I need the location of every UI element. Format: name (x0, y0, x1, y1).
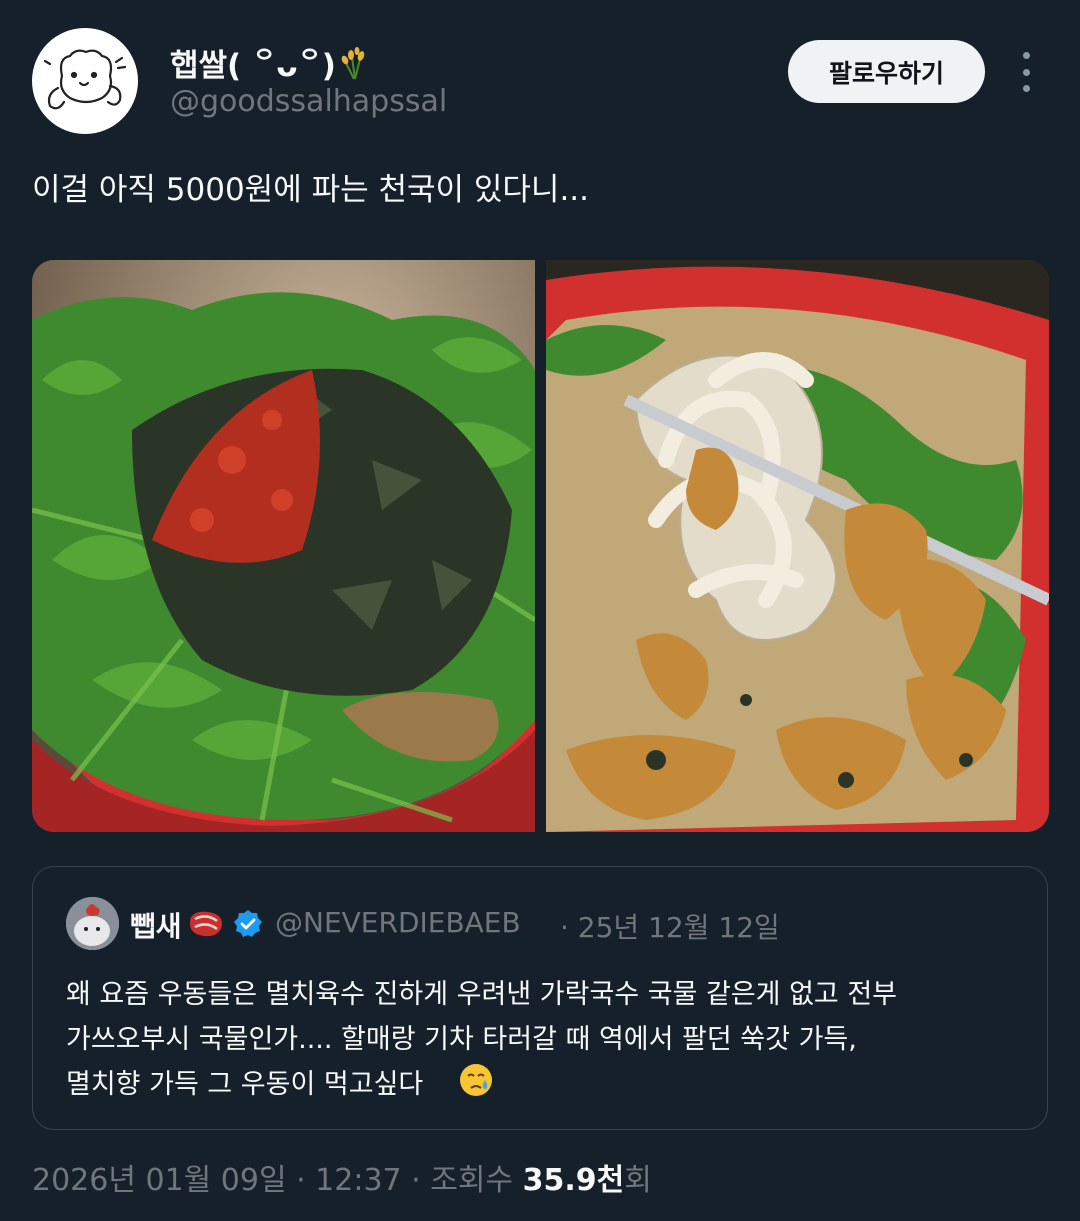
rice-sheaf-icon (340, 47, 370, 80)
more-dot (1022, 85, 1030, 92)
author-display-name[interactable]: 햅쌀( ꒪ᴗ꒪) (170, 40, 370, 85)
quoted-author-handle[interactable]: @NEVERDIEBAEB (275, 906, 521, 939)
tweet-metadata: 2026년 01월 09일 · 12:37 · 조회수 35.9천회 (32, 1155, 652, 1199)
quoted-tweet-text-line: 멸치향 가득 그 우동이 먹고싶다 (66, 1069, 424, 1100)
author-name-text: 햅쌀( ꒪ᴗ꒪) (170, 48, 336, 84)
quoted-tweet-text-line: 가쓰오부시 국물인가.... 할매랑 기차 타러갈 때 역에서 팔던 쑥갓 가득… (66, 1024, 857, 1055)
quoted-tweet-text-line: 왜 요즘 우동들은 멸치육수 진하게 우려낸 가락국수 국물 같은게 없고 전부 (66, 979, 898, 1010)
more-dot (1022, 68, 1030, 76)
tweet-image-1[interactable] (32, 260, 535, 832)
tweet-image-2[interactable] (546, 260, 1049, 832)
more-vertical-icon[interactable] (1012, 52, 1040, 92)
quoted-tweet-date[interactable]: · 25년 12월 12일 (560, 906, 780, 946)
tweet-datetime[interactable]: 2026년 01월 09일 · 12:37 · 조회수 (32, 1163, 523, 1198)
author-handle[interactable]: @goodssalhapssal (170, 84, 447, 119)
verified-badge-icon (233, 909, 263, 939)
tweet-text: 이걸 아직 5000원에 파는 천국이 있다니... (32, 172, 590, 208)
quoted-author-name[interactable]: 뺍새 (130, 905, 182, 945)
more-dot (1022, 52, 1030, 59)
author-avatar[interactable] (32, 28, 138, 134)
steak-icon (187, 909, 225, 939)
crying-face-icon (458, 1062, 494, 1098)
follow-button[interactable]: 팔로우하기 (788, 40, 985, 103)
quoted-author-avatar[interactable] (66, 897, 119, 950)
view-count-suffix: 회 (624, 1163, 652, 1198)
view-count: 35.9천 (522, 1163, 625, 1198)
